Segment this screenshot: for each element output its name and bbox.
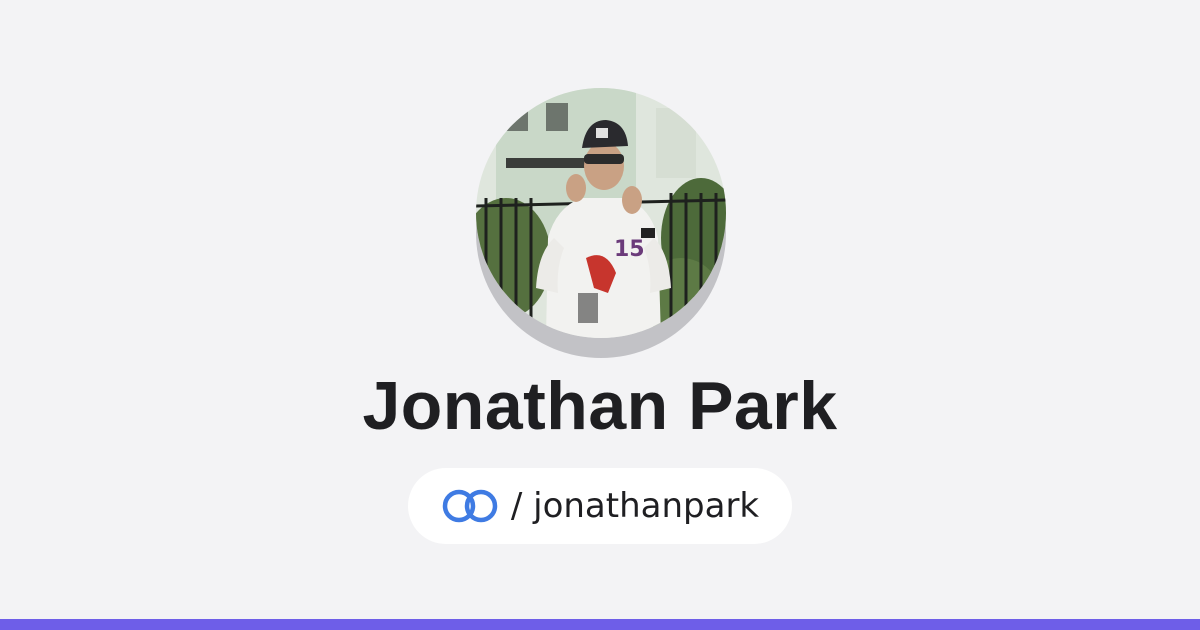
profile-handle: / jonathanpark <box>510 486 760 526</box>
profile-avatar[interactable]: 15 <box>476 88 726 358</box>
profile-handle-link[interactable]: / jonathanpark <box>408 468 792 544</box>
interlinked-rings-icon <box>442 489 498 523</box>
avatar-photo: 15 <box>476 88 726 338</box>
profile-name: Jonathan Park <box>362 368 838 444</box>
avatar-photo-illustration: 15 <box>476 88 726 338</box>
accent-bar <box>0 619 1200 630</box>
svg-text:15: 15 <box>614 237 645 262</box>
